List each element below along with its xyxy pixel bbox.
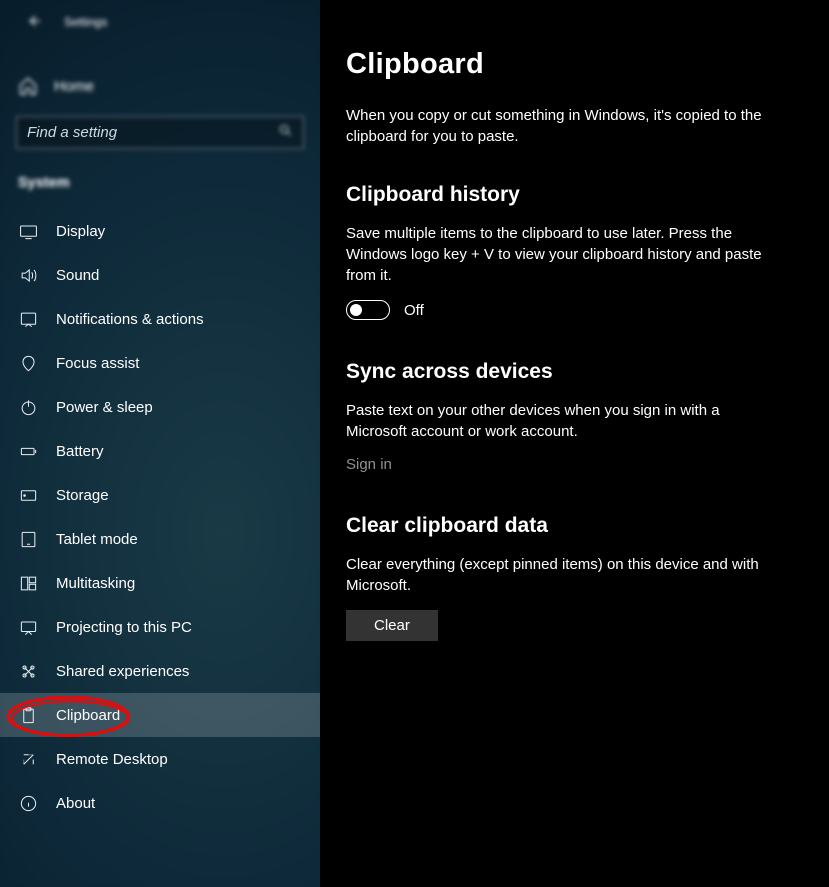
sidebar-item-label: Multitasking: [56, 575, 135, 592]
sidebar-home[interactable]: Home: [0, 64, 320, 108]
section-desc: Save multiple items to the clipboard to …: [346, 223, 776, 286]
sidebar-item-power-sleep[interactable]: Power & sleep: [0, 385, 320, 429]
clear-button[interactable]: Clear: [346, 610, 438, 641]
sidebar-item-shared-experiences[interactable]: Shared experiences: [0, 649, 320, 693]
section-desc: Clear everything (except pinned items) o…: [346, 554, 776, 596]
about-icon: [18, 793, 38, 813]
section-sync-devices: Sync across devices Paste text on your o…: [346, 360, 789, 474]
sidebar-item-label: Tablet mode: [56, 531, 138, 548]
search-icon: [278, 123, 293, 143]
page-title: Clipboard: [346, 48, 789, 81]
section-title: Clear clipboard data: [346, 514, 789, 538]
tablet-icon: [18, 529, 38, 549]
section-clipboard-history: Clipboard history Save multiple items to…: [346, 183, 789, 320]
window-title: Settings: [64, 15, 107, 29]
sidebar-item-notifications[interactable]: Notifications & actions: [0, 297, 320, 341]
notifications-icon: [18, 309, 38, 329]
sidebar-item-label: Notifications & actions: [56, 311, 204, 328]
settings-sidebar: Settings Home System Display: [0, 0, 320, 887]
search-box[interactable]: [16, 116, 304, 149]
sidebar-section-label: System: [0, 157, 320, 199]
section-clear-data: Clear clipboard data Clear everything (e…: [346, 514, 789, 641]
sidebar-item-remote-desktop[interactable]: Remote Desktop: [0, 737, 320, 781]
home-icon: [18, 76, 38, 96]
focus-assist-icon: [18, 353, 38, 373]
sidebar-item-label: About: [56, 795, 95, 812]
section-title: Clipboard history: [346, 183, 789, 207]
power-icon: [18, 397, 38, 417]
sidebar-home-label: Home: [54, 78, 94, 95]
section-desc: Paste text on your other devices when yo…: [346, 400, 776, 442]
sidebar-item-label: Projecting to this PC: [56, 619, 192, 636]
projecting-icon: [18, 617, 38, 637]
sidebar-item-label: Power & sleep: [56, 399, 153, 416]
sidebar-item-projecting[interactable]: Projecting to this PC: [0, 605, 320, 649]
sidebar-item-tablet-mode[interactable]: Tablet mode: [0, 517, 320, 561]
remote-desktop-icon: [18, 749, 38, 769]
sidebar-item-storage[interactable]: Storage: [0, 473, 320, 517]
display-icon: [18, 221, 38, 241]
settings-content: Clipboard When you copy or cut something…: [320, 0, 829, 887]
shared-experiences-icon: [18, 661, 38, 681]
section-title: Sync across devices: [346, 360, 789, 384]
sidebar-item-clipboard[interactable]: Clipboard: [0, 693, 320, 737]
clipboard-history-toggle[interactable]: [346, 300, 390, 320]
sidebar-item-multitasking[interactable]: Multitasking: [0, 561, 320, 605]
sidebar-item-label: Focus assist: [56, 355, 139, 372]
clipboard-icon: [18, 705, 38, 725]
sidebar-item-label: Battery: [56, 443, 104, 460]
battery-icon: [18, 441, 38, 461]
sidebar-item-label: Sound: [56, 267, 99, 284]
sidebar-item-about[interactable]: About: [0, 781, 320, 825]
sidebar-item-focus-assist[interactable]: Focus assist: [0, 341, 320, 385]
sidebar-item-label: Remote Desktop: [56, 751, 168, 768]
arrow-left-icon: [26, 13, 42, 32]
sidebar-item-label: Clipboard: [56, 707, 120, 724]
page-intro: When you copy or cut something in Window…: [346, 105, 766, 147]
sidebar-item-battery[interactable]: Battery: [0, 429, 320, 473]
sidebar-item-sound[interactable]: Sound: [0, 253, 320, 297]
sidebar-item-display[interactable]: Display: [0, 209, 320, 253]
sound-icon: [18, 265, 38, 285]
sign-in-link[interactable]: Sign in: [346, 456, 392, 473]
sidebar-item-label: Shared experiences: [56, 663, 189, 680]
storage-icon: [18, 485, 38, 505]
toggle-state-label: Off: [404, 302, 424, 319]
sidebar-item-label: Display: [56, 223, 105, 240]
sidebar-item-label: Storage: [56, 487, 109, 504]
back-button[interactable]: [22, 10, 46, 34]
multitasking-icon: [18, 573, 38, 593]
search-input[interactable]: [27, 124, 278, 141]
